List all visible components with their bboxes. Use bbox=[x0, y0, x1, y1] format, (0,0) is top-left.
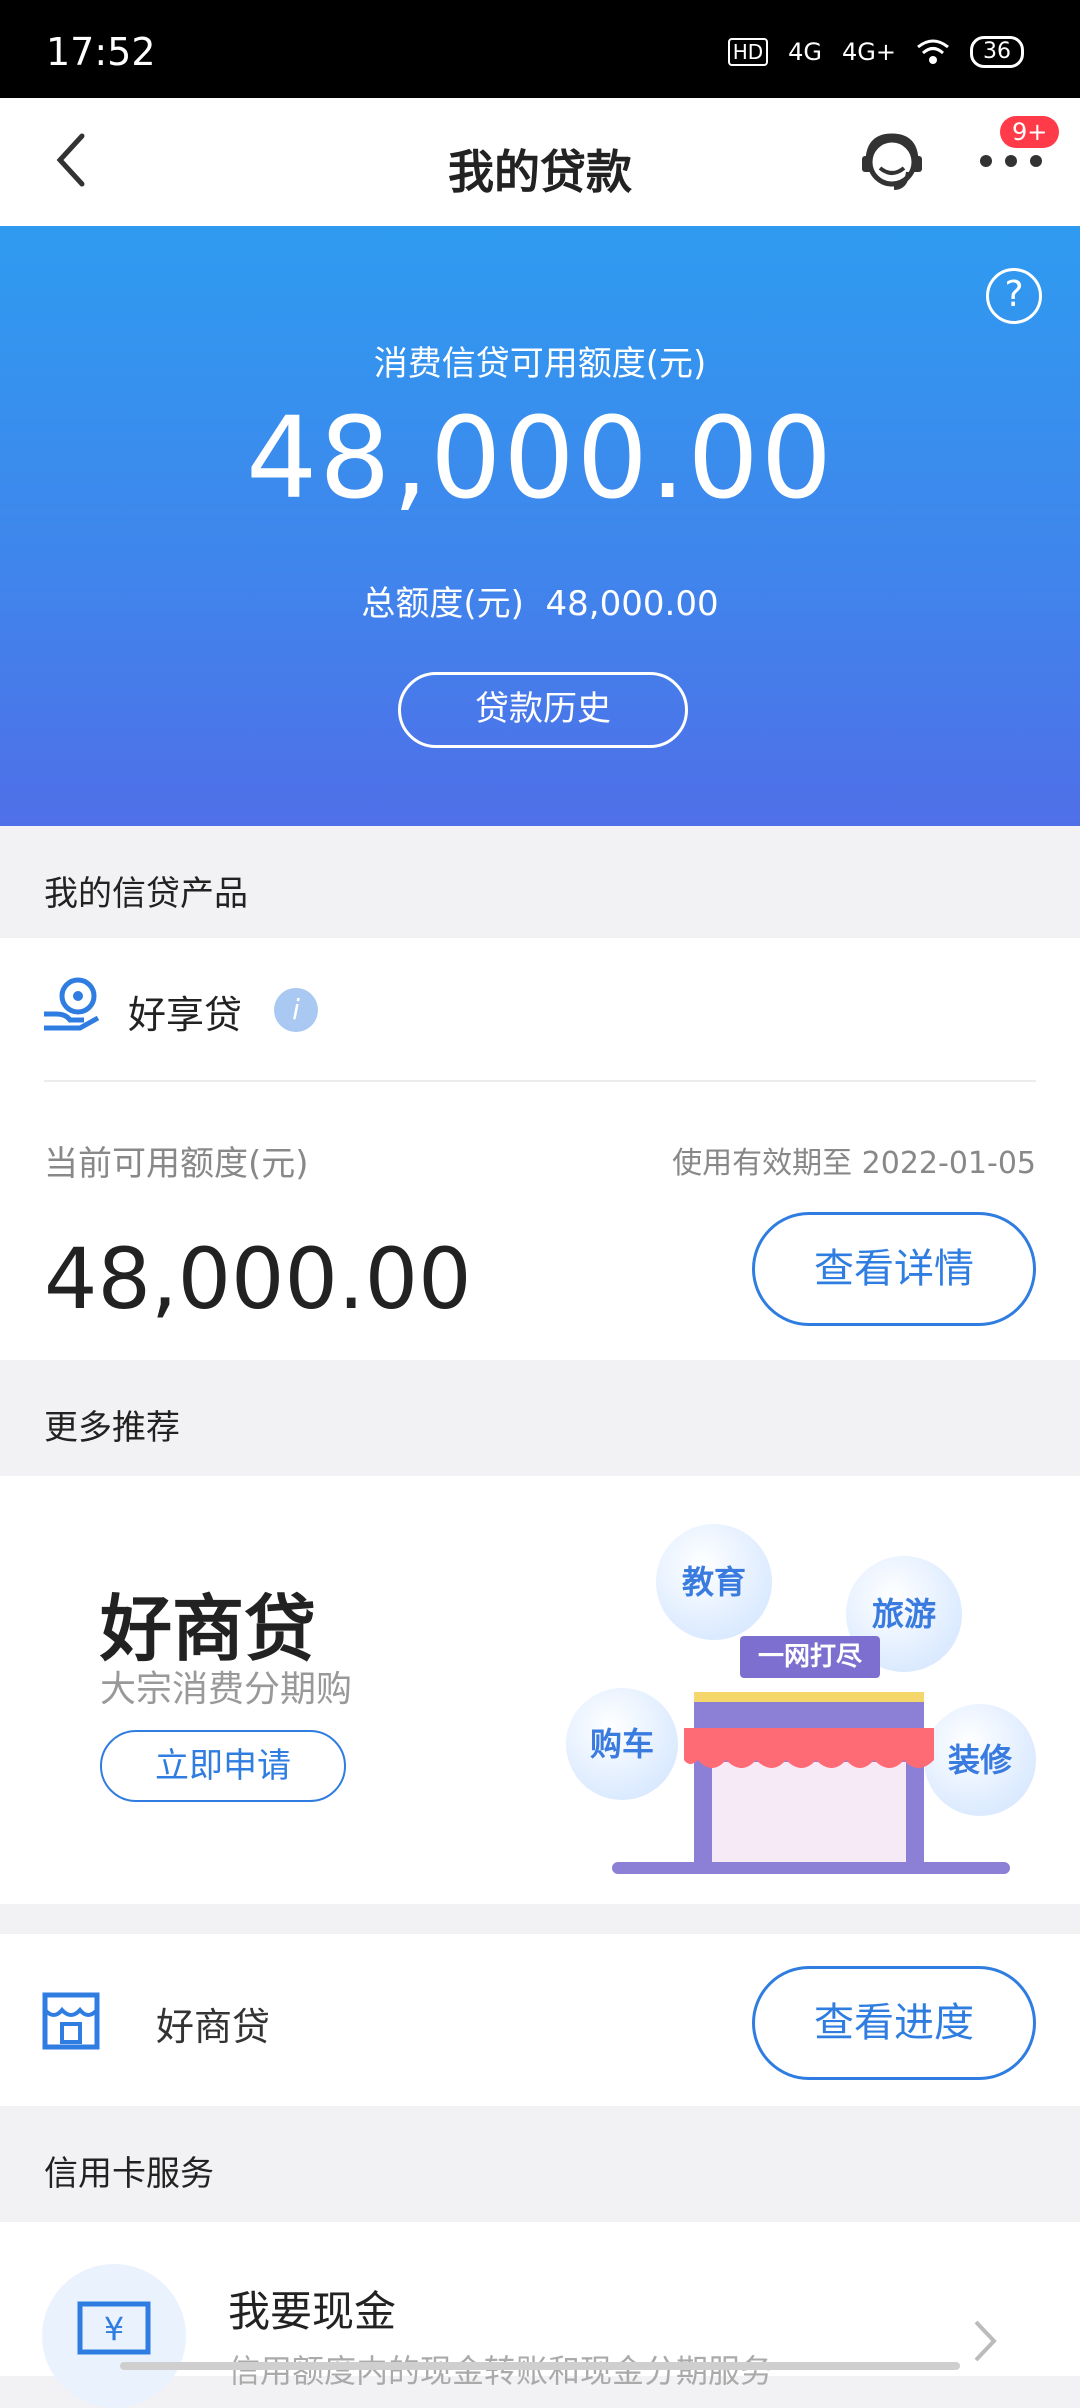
view-progress-button[interactable]: 查看进度 bbox=[752, 1966, 1036, 2080]
battery-indicator: 36 bbox=[970, 36, 1024, 68]
store-sign: 一网打尽 bbox=[757, 1642, 862, 1672]
available-label: 当前可用额度(元) bbox=[44, 1144, 309, 1184]
cash-item-title: 我要现金 bbox=[228, 2287, 397, 2336]
banner-subtitle: 大宗消费分期购 bbox=[100, 1669, 353, 1710]
validity-text: 使用有效期至 2022-01-05 bbox=[672, 1146, 1036, 1181]
status-bar: 17:52 HD 4G 4G+ 36 bbox=[0, 0, 1080, 98]
application-progress-row[interactable]: 好商贷 查看进度 bbox=[0, 1934, 1080, 2106]
section-title: 更多推荐 bbox=[44, 1408, 180, 1448]
signal-4g-plus: 4G+ bbox=[842, 38, 896, 66]
hero-subtitle: 消费信贷可用额度(元) bbox=[373, 344, 707, 384]
recommend-banner[interactable]: 好商贷 大宗消费分期购 立即申请 教育 旅游 购车 装修 一网打尽 bbox=[0, 1476, 1080, 1904]
hero-total-label: 总额度(元) bbox=[361, 584, 524, 624]
spacer bbox=[0, 1904, 1080, 1934]
loan-history-button[interactable]: 贷款历史 bbox=[398, 672, 688, 748]
product-card[interactable]: 好享贷 i 当前可用额度(元) 使用有效期至 2022-01-05 48,000… bbox=[0, 938, 1080, 1360]
home-indicator[interactable] bbox=[120, 2362, 960, 2370]
divider bbox=[44, 1080, 1036, 1082]
status-icons: HD 4G 4G+ 36 bbox=[727, 36, 1024, 68]
shop-icon bbox=[42, 1992, 100, 2050]
hero-total-line: 总额度(元) 48,000.00 bbox=[0, 576, 1080, 625]
status-time: 17:52 bbox=[46, 30, 156, 74]
section-header-credit-card: 信用卡服务 bbox=[0, 2106, 1080, 2218]
apply-now-button[interactable]: 立即申请 bbox=[100, 1730, 346, 1802]
more-icon[interactable] bbox=[976, 146, 1046, 176]
section-title: 我的信贷产品 bbox=[44, 874, 248, 914]
section-title: 信用卡服务 bbox=[44, 2154, 214, 2194]
progress-product-name: 好商贷 bbox=[156, 2005, 271, 2049]
hero-total-value: 48,000.00 bbox=[545, 584, 719, 624]
hd-icon: HD bbox=[727, 38, 769, 66]
section-header-products: 我的信贷产品 bbox=[0, 826, 1080, 938]
cash-icon: ¥ bbox=[77, 2301, 151, 2355]
nav-bar: 我的贷款 9+ bbox=[0, 98, 1080, 226]
svg-text:¥: ¥ bbox=[104, 2310, 124, 2348]
info-icon[interactable]: i bbox=[274, 988, 318, 1032]
chevron-right-icon bbox=[974, 2320, 997, 2362]
hero-available-amount: 48,000.00 bbox=[245, 394, 834, 524]
signal-4g: 4G bbox=[788, 38, 823, 66]
wifi-icon bbox=[917, 39, 949, 64]
notification-badge: 9+ bbox=[1000, 116, 1060, 148]
product-name: 好享贷 bbox=[128, 993, 243, 1037]
view-details-button[interactable]: 查看详情 bbox=[752, 1212, 1036, 1326]
bubble-education: 教育 bbox=[656, 1524, 772, 1640]
help-icon[interactable]: ? bbox=[986, 268, 1042, 324]
loan-hand-icon bbox=[44, 977, 100, 1031]
section-header-recommend: 更多推荐 bbox=[0, 1360, 1080, 1472]
customer-service-icon[interactable] bbox=[858, 128, 926, 196]
credit-hero-card: ? 消费信贷可用额度(元) 48,000.00 总额度(元) 48,000.00… bbox=[0, 226, 1080, 826]
cash-service-item[interactable]: ¥ 我要现金 信用额度内的现金转账和现金分期服务 bbox=[0, 2222, 1080, 2408]
available-amount: 48,000.00 bbox=[44, 1230, 472, 1328]
